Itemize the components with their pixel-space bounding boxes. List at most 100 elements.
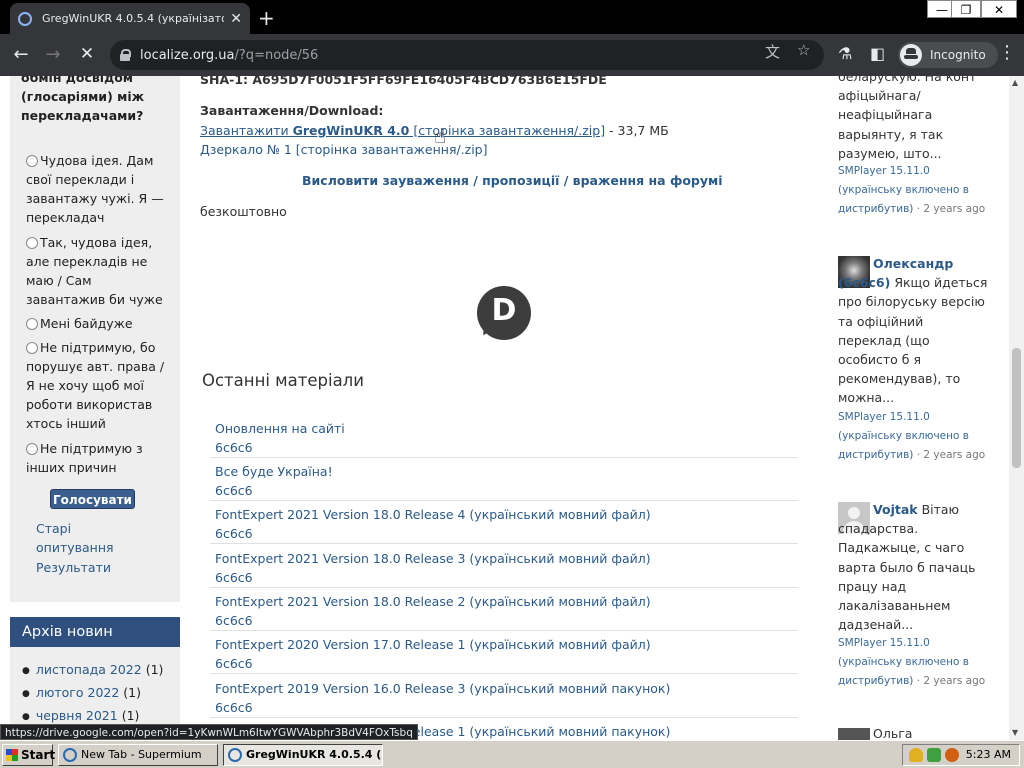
scrollbar-thumb[interactable] [1012,348,1021,468]
network-icon[interactable] [927,748,941,762]
latest-item-link[interactable]: Все буде Україна! [215,464,333,479]
archive-title: Архів новин [10,617,180,647]
radio-button[interactable] [26,443,38,455]
list-item: FontExpert 2021 Version 18.0 Release 4 (… [210,501,798,544]
comment-text: Олександр (6c6c6) Якщо йдеться про білор… [838,256,988,406]
radio-button[interactable] [26,237,38,249]
new-tab-button[interactable]: + [258,6,275,30]
browser-tab-active[interactable]: GregWinUKR 4.0.5.4 (українізатор ✕ [10,3,250,34]
poll-option-4[interactable]: Не підтримую, бо порушує авт. права / Я … [26,338,174,433]
list-item: FontExpert 2020 Version 17.0 Release 1 (… [210,631,798,674]
archive-link[interactable]: лютого 2022 [36,685,119,700]
comment-author[interactable]: Ольга [873,724,1023,740]
archive-link[interactable]: листопада 2022 [36,662,142,677]
taskbar-item-active[interactable]: GregWinUKR 4.0.5.4 (... [223,744,383,766]
hand-cursor-icon: ☝ [434,124,447,148]
side-panel-icon[interactable]: ◧ [870,44,885,63]
incognito-label: Incognito [930,48,986,62]
bookmark-star-icon[interactable]: ☆ [797,41,810,59]
results-link[interactable]: Результати [36,560,111,575]
latest-item-author[interactable]: 6c6c6 [215,526,253,541]
browser-icon [63,748,77,762]
forward-arrow-icon[interactable]: → [42,44,64,65]
scroll-up-arrow-icon[interactable]: ▲ [1012,78,1018,87]
browser-icon [228,748,242,762]
list-item: FontExpert 2021 Version 18.0 Release 3 (… [210,545,798,588]
translate-icon[interactable]: 文 [765,41,780,62]
news-archive-block: Архів новин ● листопада 2022 (1) ● лютого … [10,617,180,740]
radio-button[interactable] [26,155,38,167]
clock: 5:23 AM [965,748,1011,761]
latest-item-link[interactable]: FontExpert 2019 Version 16.0 Release 3 (… [215,681,670,696]
page-scrollbar[interactable]: ▲ ▼ [1009,76,1024,740]
radio-button[interactable] [26,318,38,330]
list-item: FontExpert 2019 Version 16.0 Release 3 (… [210,675,798,718]
poll-question: обмін досвідом (глосаріями) між переклад… [21,76,145,123]
address-bar[interactable]: localize.org.ua/?q=node/56 [110,40,824,70]
comment-meta: SMPlayer 15.11.0 (українську включено в … [838,637,986,688]
list-item: Все буде Україна! 6c6c6 [210,458,798,501]
latest-item-author[interactable]: 6c6c6 [215,570,253,585]
maximize-button[interactable]: ❐ [951,0,981,18]
disqus-logo-icon: D [477,286,531,340]
avatar[interactable] [838,728,870,740]
scroll-down-arrow-icon[interactable]: ▼ [1012,728,1018,737]
poll-option-5[interactable]: Не підтримую з інших причин [26,439,174,477]
download-heading: Завантаження/Download: [200,103,384,118]
stop-loading-icon[interactable]: ✕ [76,44,98,64]
latest-item-author[interactable]: 6c6c6 [215,483,253,498]
latest-item-author[interactable]: 6c6c6 [215,700,253,715]
shield-icon[interactable] [909,748,923,762]
comment-meta: SMPlayer 15.11.0 (українську включено в … [838,165,986,216]
forum-link[interactable]: Висловити зауваження / пропозиції / враж… [302,173,723,188]
latest-materials-title: Останні матеріали [202,371,364,390]
poll-option-2[interactable]: Так, чудова ідея, але перекладів не маю … [26,233,174,309]
list-item: Оновлення на сайті 6c6c6 [210,415,798,458]
latest-item-link[interactable]: FontExpert 2021 Version 18.0 Release 2 (… [215,594,651,609]
tab-close-icon[interactable]: ✕ [230,11,242,27]
latest-item-link[interactable]: FontExpert 2021 Version 18.0 Release 4 (… [215,507,651,522]
archive-item: ● лютого 2022 (1) [22,685,142,700]
menu-kebab-icon[interactable]: ⋮ [998,42,1016,63]
old-polls-link-2[interactable]: опитування [36,540,114,555]
search-icon[interactable] [945,748,959,762]
url-path: /?q=node/56 [234,47,319,63]
page-content: обмін досвідом (глосаріями) між переклад… [0,76,1024,740]
lock-icon[interactable] [120,49,131,61]
comment-author[interactable]: Vojtak [873,502,918,517]
radio-button[interactable] [26,342,38,354]
poll-option-1[interactable]: Чудова ідея. Дам свої переклади і завант… [26,151,174,227]
windows-taskbar: Start New Tab - Supermium GregWinUKR 4.0… [0,740,1024,768]
system-tray: 5:23 AM [902,744,1020,766]
browser-toolbar: ← → ✕ localize.org.ua/?q=node/56 文 ☆ ⚗ ◧… [0,34,1024,76]
comment-text: беларускую. На конт афіцыйнага/ неафіцый… [838,76,977,161]
labs-flask-icon[interactable]: ⚗ [838,44,852,63]
latest-item-link[interactable]: FontExpert 2021 Version 18.0 Release 3 (… [215,551,651,566]
start-button[interactable]: Start [2,744,55,766]
old-polls-link[interactable]: Старі [36,521,71,536]
close-window-button[interactable]: ✕ [981,0,1017,18]
latest-item-author[interactable]: 6c6c6 [215,440,253,455]
incognito-icon [900,44,922,66]
archive-link[interactable]: червня 2021 [36,708,118,723]
sha1-hash: SHA-1: A695D7F0051F5FF69FE16405F4BCD763B… [200,76,607,87]
back-arrow-icon[interactable]: ← [10,44,32,65]
url-host: localize.org.ua [140,47,235,63]
taskbar-item-newtab[interactable]: New Tab - Supermium [58,744,218,766]
download-link[interactable]: Завантажити GregWinUKR 4.0 [сторінка зав… [200,123,605,138]
latest-item-author[interactable]: 6c6c6 [215,613,253,628]
comment-text: Vojtak Вітаю спадарства. Падкажыце, с ча… [838,502,976,633]
tab-title: GregWinUKR 4.0.5.4 (українізатор [42,12,225,25]
vote-button[interactable]: Голосувати [50,489,135,509]
incognito-indicator[interactable]: Incognito [898,42,998,68]
latest-item-link[interactable]: FontExpert 2020 Version 17.0 Release 1 (… [215,637,651,652]
license-free: безкоштовно [200,204,287,219]
latest-item-author[interactable]: 6c6c6 [215,656,253,671]
browser-titlebar: GregWinUKR 4.0.5.4 (українізатор ✕ + — ❐… [0,0,1024,34]
list-item: FontExpert 2021 Version 18.0 Release 2 (… [210,588,798,631]
latest-item-link[interactable]: Оновлення на сайті [215,421,345,436]
archive-item: ● червня 2021 (1) [22,708,140,723]
site-favicon-icon [18,11,32,26]
download-size: - 33,7 МБ [605,123,669,138]
poll-option-3[interactable]: Мені байдуже [26,314,174,333]
